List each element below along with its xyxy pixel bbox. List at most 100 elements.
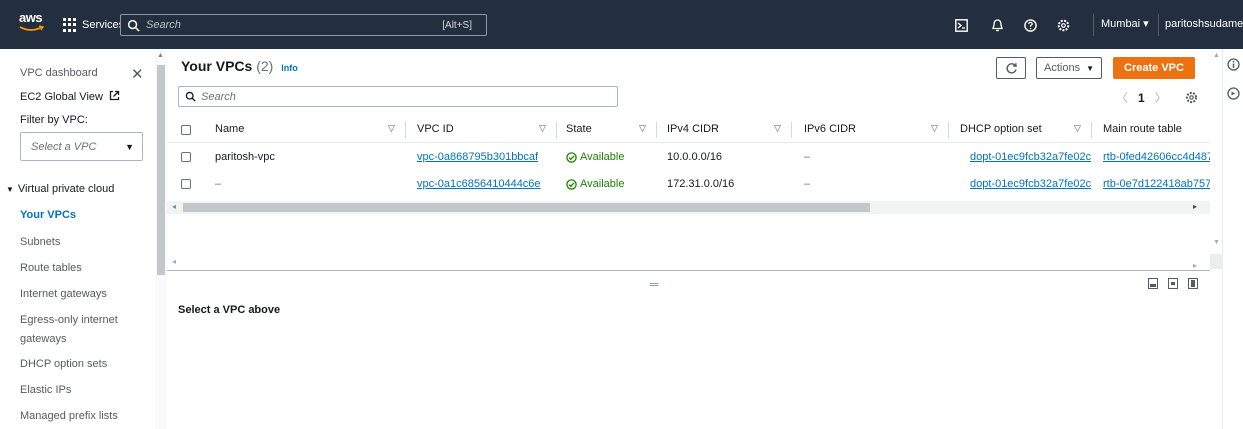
sidebar-item-your-vpcs[interactable]: Your VPCs (20, 209, 76, 221)
vpc-count: (2) (256, 58, 274, 74)
create-vpc-button[interactable]: Create VPC (1113, 57, 1195, 79)
split-panel-position-controls (1148, 278, 1198, 289)
column-header-main-route-table[interactable]: Main route table (1103, 123, 1182, 135)
vpc-name: paritosh-vpc (215, 151, 275, 163)
column-header-name[interactable]: Name (215, 123, 244, 135)
vpc-search-input[interactable] (201, 90, 611, 103)
row-checkbox[interactable] (181, 179, 191, 189)
info-link[interactable]: Info (281, 63, 298, 73)
vpc-id-link[interactable]: vpc-0a868795b301bbcaf (417, 151, 538, 163)
panel-bottom-icon[interactable] (1148, 278, 1158, 289)
region-selector[interactable]: Mumbai ▾ (1101, 17, 1149, 30)
global-search-input[interactable] (146, 19, 443, 31)
sidebar-item-egress-only-continued[interactable]: gateways (20, 333, 66, 345)
scroll-left-arrow-icon[interactable]: ◂ (172, 202, 176, 211)
account-menu[interactable]: paritoshsudame ▾ (1165, 17, 1243, 30)
sidebar-navigation: VPC dashboard ✕ EC2 Global View Filter b… (0, 49, 167, 429)
filter-by-vpc-select[interactable]: Select a VPC ▼ (20, 132, 143, 161)
filter-by-vpc-placeholder: Select a VPC (31, 140, 97, 153)
sidebar-item-subnets[interactable]: Subnets (20, 236, 60, 248)
details-empty-message: Select a VPC above (178, 304, 281, 316)
split-panel-drag-handle-icon[interactable]: ═ (650, 277, 659, 291)
dhcp-option-set-link[interactable]: dopt-01ec9fcb32a7fe02c (970, 178, 1091, 190)
sort-icon[interactable]: ▽ (931, 123, 938, 134)
table-settings-gear-icon[interactable] (1185, 91, 1198, 104)
scroll-right-arrow-icon[interactable]: ▸ (1193, 202, 1197, 211)
scroll-right-arrow-icon[interactable]: ▸ (1193, 261, 1197, 270)
sort-icon[interactable]: ▽ (774, 123, 781, 134)
page-title: Your VPCs (2) Info (181, 58, 298, 74)
table-row[interactable]: paritosh-vpc vpc-0a868795b301bbcaf Avail… (167, 145, 1210, 170)
vpc-name: – (215, 178, 222, 190)
sort-icon[interactable]: ▽ (388, 123, 395, 134)
top-navigation-bar: aws Services [Alt+S] Mumbai ▾ paritoshsu… (0, 0, 1243, 49)
row-checkbox[interactable] (181, 152, 191, 162)
pagination: 〈 1 〉 (1116, 89, 1198, 106)
sidebar-item-route-tables[interactable]: Route tables (20, 262, 82, 274)
bell-icon[interactable] (983, 15, 1011, 35)
services-label: Services (82, 19, 125, 31)
main-content: Your VPCs (2) Info Actions ▼ Create VPC … (167, 49, 1210, 429)
actions-dropdown-button[interactable]: Actions ▼ (1036, 57, 1102, 79)
global-search-box[interactable]: [Alt+S] (120, 14, 487, 36)
table-horizontal-scrollbar[interactable]: ◂ ▸ (167, 201, 1210, 214)
sidebar-item-elastic-ips[interactable]: Elastic IPs (20, 384, 71, 396)
next-page-icon[interactable]: 〉 (1155, 89, 1167, 106)
ec2-global-view-label: EC2 Global View (20, 91, 103, 103)
sidebar-item-dhcp-option-sets[interactable]: DHCP option sets (20, 358, 107, 370)
column-header-state[interactable]: State (566, 123, 592, 135)
sort-icon[interactable]: ▽ (639, 123, 646, 134)
page-title-text: Your VPCs (181, 58, 253, 74)
check-circle-icon (566, 178, 577, 190)
table-row[interactable]: – vpc-0a1c6856410444c6e Available 172.31… (167, 172, 1210, 197)
panel-side-icon[interactable] (1168, 278, 1178, 289)
search-icon (127, 19, 140, 32)
aws-smile-icon (19, 25, 45, 31)
right-utility-rail (1222, 49, 1243, 429)
sidebar-item-managed-prefix-lists[interactable]: Managed prefix lists (20, 410, 118, 422)
sidebar-item-ec2-global-view[interactable]: EC2 Global View (20, 90, 120, 103)
main-vertical-scrollbar[interactable]: ▲ ▼ (1210, 49, 1222, 269)
split-panel-divider (167, 270, 1210, 271)
cloudshell-icon[interactable] (947, 15, 975, 35)
info-circle-icon[interactable] (1227, 58, 1240, 71)
sort-icon[interactable]: ▽ (539, 123, 546, 134)
current-page-number[interactable]: 1 (1138, 91, 1145, 105)
vpc-ipv6-cidr: – (804, 178, 811, 190)
section-virtual-private-cloud[interactable]: ▼ Virtual private cloud (6, 183, 114, 195)
sort-icon[interactable]: ▽ (1074, 123, 1081, 134)
services-menu-button[interactable]: Services (63, 15, 124, 35)
vpc-search-box[interactable] (178, 86, 618, 107)
panel-close-icon[interactable] (1188, 278, 1198, 289)
vpc-id-link[interactable]: vpc-0a1c6856410444c6e (417, 178, 541, 190)
column-header-dhcp-option-set[interactable]: DHCP option set (960, 123, 1042, 135)
aws-logo[interactable]: aws (19, 11, 47, 37)
panel-horizontal-scrollbar[interactable]: ◂ ▸ (167, 257, 1210, 270)
feedback-icon[interactable] (1227, 87, 1240, 100)
help-icon[interactable] (1016, 15, 1044, 35)
main-route-table-link[interactable]: rtb-0e7d122418ab7575 (1103, 178, 1210, 190)
caret-down-icon: ▼ (1086, 63, 1094, 73)
table-header: Name ▽ VPC ID ▽ State ▽ IPv4 CIDR ▽ IPv6… (167, 117, 1210, 143)
scroll-left-arrow-icon[interactable]: ◂ (172, 257, 176, 266)
sidebar-scrollbar[interactable]: ▲ (155, 49, 167, 429)
services-grid-icon (63, 18, 77, 32)
column-header-ipv4-cidr[interactable]: IPv4 CIDR (667, 123, 719, 135)
close-sidebar-icon[interactable]: ✕ (131, 65, 144, 83)
refresh-button[interactable] (996, 57, 1026, 79)
column-header-ipv6-cidr[interactable]: IPv6 CIDR (804, 123, 856, 135)
column-header-vpc-id[interactable]: VPC ID (417, 123, 454, 135)
main-route-table-link[interactable]: rtb-0fed42606cc4d487! (1103, 151, 1210, 163)
select-all-checkbox[interactable] (181, 125, 191, 135)
dhcp-option-set-link[interactable]: dopt-01ec9fcb32a7fe02c (970, 151, 1091, 163)
sidebar-scrollbar-thumb[interactable] (157, 65, 165, 275)
vpc-ipv4-cidr: 172.31.0.0/16 (667, 178, 735, 190)
sidebar-item-internet-gateways[interactable]: Internet gateways (20, 288, 107, 300)
vpc-ipv6-cidr: – (804, 151, 811, 163)
search-shortcut-hint: [Alt+S] (442, 19, 472, 31)
previous-page-icon[interactable]: 〈 (1116, 89, 1128, 106)
sidebar-item-egress-only-internet-gateways[interactable]: Egress-only internet (20, 314, 118, 326)
sidebar-item-vpc-dashboard[interactable]: VPC dashboard (20, 67, 98, 79)
table-scrollbar-thumb[interactable] (183, 203, 870, 212)
settings-gear-icon[interactable] (1049, 15, 1077, 35)
